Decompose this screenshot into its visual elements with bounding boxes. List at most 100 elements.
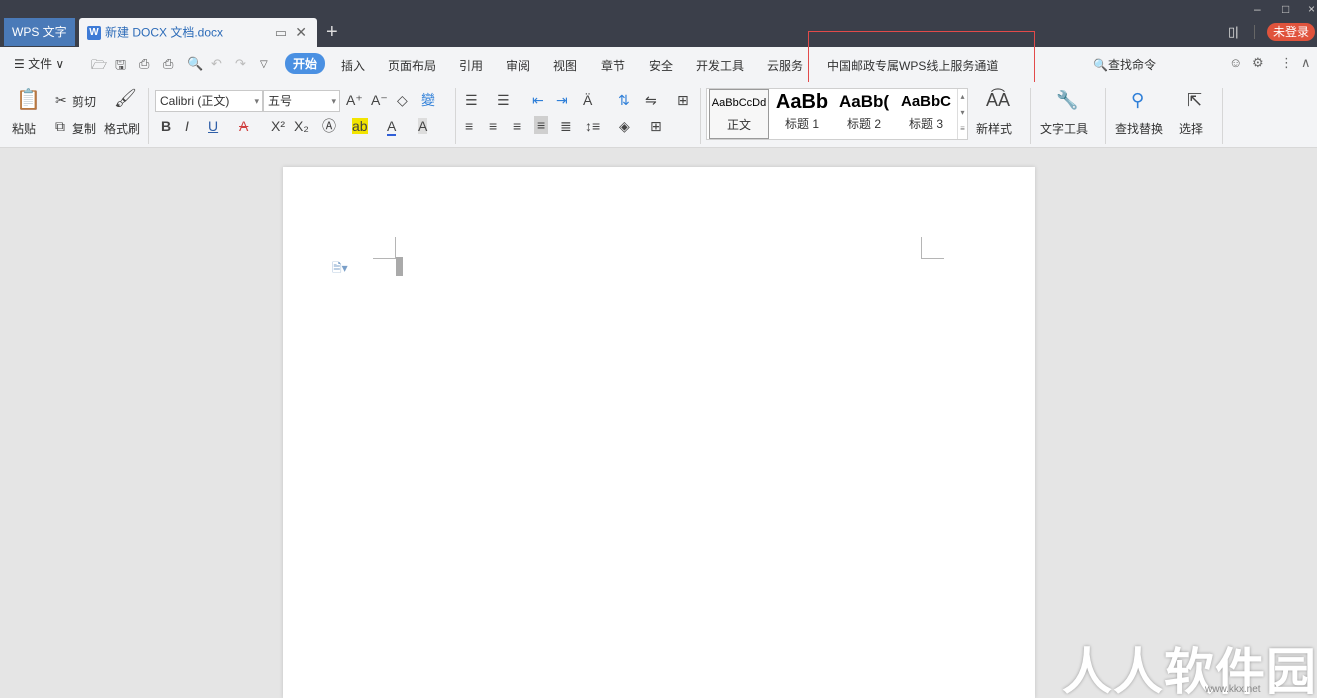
strikethrough-icon[interactable]: A	[239, 118, 248, 134]
tab-document[interactable]: W 新建 DOCX 文档.docx ▭ ✕	[79, 18, 317, 47]
font-name-select[interactable]: Calibri (正文) ▾	[155, 90, 263, 112]
style-preview: AaBbCcDd	[711, 97, 767, 109]
divider	[700, 88, 701, 144]
new-style-icon[interactable]: A͡A	[986, 91, 1010, 109]
feedback-icon[interactable]: ☺	[1229, 55, 1242, 70]
distributed-icon[interactable]: ≣	[560, 118, 572, 134]
bullet-list-icon[interactable]: ☰	[465, 92, 478, 108]
close-icon[interactable]: ✕	[295, 18, 307, 47]
pinyin-icon[interactable]: 變	[421, 92, 435, 108]
tab-chapter[interactable]: 章节	[601, 57, 625, 74]
pdf-export-icon[interactable]: ⎙	[139, 56, 149, 72]
format-painter-icon[interactable]: 🖌	[114, 89, 137, 107]
increase-indent-icon[interactable]: ⇥	[556, 92, 568, 108]
bold-icon[interactable]: B	[161, 118, 171, 134]
table-border-icon[interactable]: ⊞	[677, 92, 689, 108]
numbered-list-icon[interactable]: ☰	[497, 92, 510, 108]
justify-icon[interactable]: ≡	[534, 116, 549, 134]
redo-icon[interactable]: ↷	[235, 56, 246, 72]
file-menu[interactable]: ☰ 文件 ∨	[14, 55, 64, 72]
tab-developer[interactable]: 开发工具	[696, 57, 744, 74]
tab-cloud-service[interactable]: 云服务	[767, 57, 803, 74]
window-close-icon[interactable]: ×	[1308, 2, 1315, 16]
copy-button[interactable]: 复制	[72, 120, 96, 137]
new-style-button[interactable]: 新样式	[976, 120, 1012, 137]
highlight-icon[interactable]: ab	[352, 118, 368, 134]
tab-references[interactable]: 引用	[459, 57, 483, 74]
divider	[148, 88, 149, 144]
align-right-icon[interactable]: ≡	[513, 118, 521, 134]
chevron-down-icon: ▾	[331, 96, 336, 106]
text-tools-button[interactable]: 文字工具	[1040, 120, 1088, 137]
subscript-icon[interactable]: X₂	[294, 118, 309, 134]
style-heading-2[interactable]: AaBb( 标题 2	[833, 89, 895, 139]
save-icon[interactable]: 🖫	[115, 56, 126, 78]
shrink-font-icon[interactable]: A⁻	[371, 92, 388, 108]
gear-icon[interactable]: ⚙	[1252, 55, 1264, 71]
find-replace-button[interactable]: 查找替换	[1115, 120, 1163, 137]
char-shading-icon[interactable]: A	[418, 118, 428, 134]
print-preview-icon[interactable]: 🔍	[187, 56, 203, 72]
borders-icon[interactable]: ⊞	[650, 118, 662, 134]
font-size-value: 五号	[268, 94, 293, 108]
font-size-select[interactable]: 五号 ▾	[263, 90, 340, 112]
decrease-indent-icon[interactable]: ⇤	[532, 92, 544, 108]
tab-security[interactable]: 安全	[649, 57, 673, 74]
document-page[interactable]: 🗎▾	[283, 167, 1035, 698]
shading-icon[interactable]: ◈	[619, 118, 630, 134]
more-icon[interactable]: ⋮	[1280, 55, 1293, 71]
tab-review[interactable]: 审阅	[506, 57, 530, 74]
maximize-icon[interactable]: □	[1282, 2, 1289, 16]
title-bar: WPS 文字 W 新建 DOCX 文档.docx ▭ ✕ + – □ × ▯| 未…	[0, 0, 1317, 47]
style-heading-1[interactable]: AaBb 标题 1	[771, 89, 833, 139]
underline-icon[interactable]: U	[208, 118, 218, 134]
collapse-ribbon-icon[interactable]: ∧	[1301, 55, 1311, 71]
pin-icon[interactable]: ▭	[275, 18, 287, 47]
font-color-icon[interactable]: A	[387, 118, 397, 136]
paragraph-layout-icon[interactable]: 🗎▾	[332, 259, 348, 280]
tab-wps-writer[interactable]: WPS 文字	[4, 18, 75, 46]
chinese-layout-icon[interactable]: Ä	[583, 92, 592, 108]
login-button[interactable]: 未登录	[1267, 23, 1315, 41]
search-command[interactable]: 🔍查找命令	[1093, 56, 1156, 73]
tab-insert[interactable]: 插入	[341, 57, 365, 74]
cut-button[interactable]: 剪切	[72, 93, 96, 110]
undo-icon[interactable]: ↶	[211, 56, 222, 72]
paste-icon[interactable]: 📋	[16, 90, 41, 110]
quick-access-dropdown-icon[interactable]: ▽	[260, 59, 268, 70]
sort-icon[interactable]: ⇅	[618, 92, 630, 108]
format-painter-button[interactable]: 格式刷	[104, 120, 140, 137]
margin-corner-top-right	[921, 237, 944, 259]
new-tab-button[interactable]: +	[326, 18, 338, 46]
minimize-icon[interactable]: –	[1254, 2, 1261, 16]
style-name: 标题 1	[784, 117, 819, 131]
text-effect-icon[interactable]: Ⓐ	[322, 118, 336, 134]
copy-icon[interactable]: ⧉	[55, 118, 65, 134]
margin-corner-top-left	[373, 237, 396, 259]
cursor-select-icon[interactable]: ⇱	[1187, 91, 1202, 109]
grow-font-icon[interactable]: A⁺	[346, 92, 363, 108]
align-center-icon[interactable]: ≡	[489, 118, 497, 134]
wrench-icon[interactable]: 🔧	[1056, 91, 1078, 109]
clear-format-icon[interactable]: ◇	[397, 92, 408, 108]
style-normal[interactable]: AaBbCcDd 正文	[709, 89, 769, 139]
show-marks-icon[interactable]: ⇋	[645, 92, 657, 108]
scissors-icon[interactable]: ✂	[55, 92, 67, 108]
find-icon[interactable]: ⚲	[1131, 91, 1144, 109]
highlight-annotation	[808, 31, 1035, 85]
menu-bar: ☰ 文件 ∨ 🗁 🖫 ⎙ ⎙ 🔍 ↶ ↷ ▽ 开始 插入 页面布局 引用 审阅 …	[0, 47, 1317, 82]
paste-button[interactable]: 粘贴	[12, 120, 36, 137]
gallery-scroll[interactable]: ▴ ▾ ≡	[957, 89, 967, 139]
device-icon[interactable]: ▯|	[1228, 24, 1239, 40]
tab-page-layout[interactable]: 页面布局	[388, 57, 436, 74]
superscript-icon[interactable]: X²	[271, 118, 285, 134]
print-icon[interactable]: ⎙	[163, 56, 173, 72]
open-icon[interactable]: 🗁	[91, 56, 107, 78]
tab-home[interactable]: 开始	[285, 53, 326, 74]
tab-view[interactable]: 视图	[553, 57, 577, 74]
select-button[interactable]: 选择	[1179, 120, 1203, 137]
line-spacing-icon[interactable]: ↕≡	[585, 118, 600, 134]
align-left-icon[interactable]: ≡	[465, 118, 473, 134]
style-heading-3[interactable]: AaBbC 标题 3	[895, 89, 957, 139]
italic-icon[interactable]: I	[185, 118, 189, 134]
